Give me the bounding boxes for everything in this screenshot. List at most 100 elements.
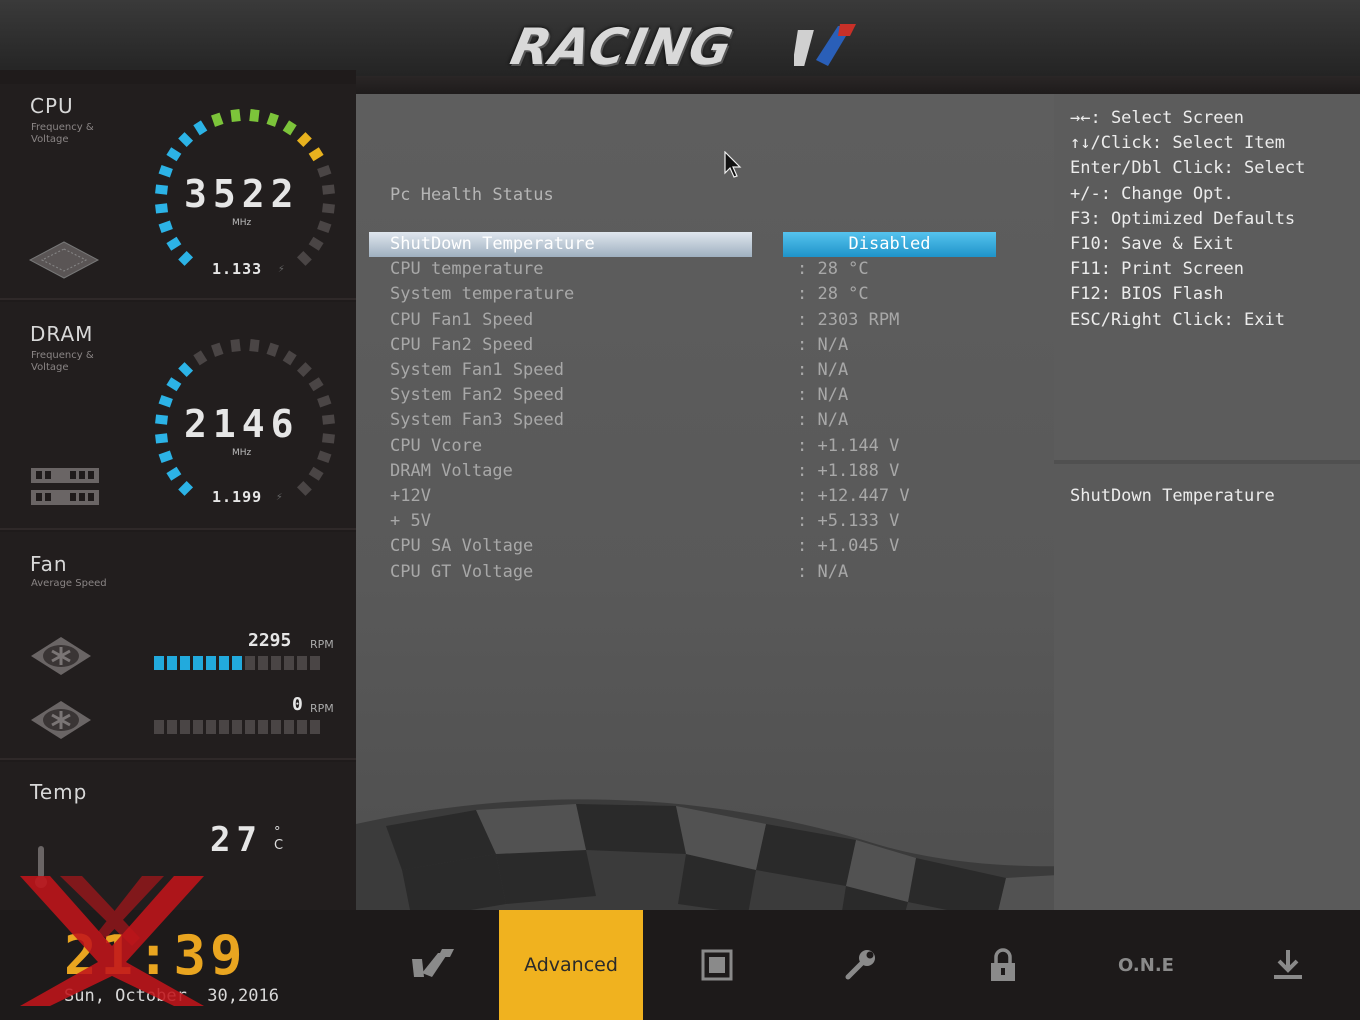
fan-subtitle: Average Speed — [31, 578, 107, 589]
setting-label: CPU Fan2 Speed — [390, 334, 534, 355]
setting-label: CPU GT Voltage — [390, 561, 534, 582]
setting-label: ShutDown Temperature — [390, 234, 595, 254]
gauge-segment — [322, 184, 335, 195]
racing-logo-icon — [412, 949, 454, 977]
setting-label: CPU temperature — [390, 259, 544, 280]
setting-value: : N/A — [797, 334, 849, 355]
gauge-segment — [266, 112, 279, 127]
fan-speed-segment — [154, 720, 164, 734]
main-tab[interactable] — [360, 910, 504, 1020]
fan-speed-segment — [310, 720, 320, 734]
dram-title: DRAM — [30, 322, 94, 346]
fan1-rpm-unit: RPM — [310, 638, 334, 651]
mouse-cursor-icon — [724, 151, 742, 178]
setting-row[interactable]: System temperature: 28 °C — [369, 282, 1009, 307]
fan-speed-segment — [245, 656, 255, 670]
setting-row[interactable]: System Fan3 Speed : N/A — [369, 408, 1009, 433]
gauge-segment — [296, 250, 312, 266]
setting-label: CPU Fan1 Speed — [390, 309, 534, 330]
racing-logo-mark-icon — [794, 24, 856, 66]
setting-value: : 28 °C — [797, 259, 869, 280]
gauge-segment — [158, 395, 173, 408]
lock-icon — [991, 948, 1015, 981]
watermark-logo — [20, 876, 204, 1006]
setting-row[interactable]: +12V: +12.447 V — [369, 484, 1009, 509]
fan-speed-segment — [232, 656, 242, 670]
fan-speed-segment — [245, 720, 255, 734]
setting-value[interactable]: Disabled — [783, 234, 996, 254]
security-tab[interactable] — [931, 910, 1075, 1020]
selected-setting-row[interactable]: ShutDown Temperature Disabled — [369, 232, 1009, 257]
lightning-icon: ⚡ — [278, 262, 285, 275]
gauge-segment — [249, 339, 260, 352]
setting-row[interactable]: DRAM Voltage: +1.188 V — [369, 459, 1009, 484]
gauge-segment — [155, 433, 168, 444]
gauge-segment — [158, 220, 173, 233]
page-title: Pc Health Status — [390, 185, 554, 205]
cpu-frequency: 3522 — [184, 172, 300, 216]
temp-unit: °C — [274, 825, 284, 853]
setting-row[interactable]: System Fan2 Speed: N/A — [369, 383, 1009, 408]
setting-row[interactable]: + 5V: +5.133 V — [369, 509, 1009, 534]
gauge-segment — [178, 362, 194, 378]
gauge-segment — [230, 109, 241, 122]
setting-label: System Fan1 Speed — [390, 360, 564, 380]
setting-row[interactable]: System Fan1 Speed: N/A — [369, 358, 1009, 383]
dram-frequency-unit: MHz — [232, 448, 252, 458]
chipset-tab[interactable] — [645, 910, 789, 1020]
gauge-segment — [158, 165, 173, 178]
gauge-segment — [317, 165, 332, 178]
setting-label: System temperature — [390, 284, 575, 305]
fan-speed-segment — [180, 720, 190, 734]
fan-speed-segment — [180, 656, 190, 670]
gauge-segment — [178, 132, 194, 148]
fan-section: Fan Average Speed 2295 RPM 0 RPM — [0, 532, 356, 760]
fan-speed-segment — [271, 720, 281, 734]
gauge-segment — [211, 342, 224, 357]
setting-row[interactable]: CPU GT Voltage: N/A — [369, 560, 1009, 585]
gauge-segment — [282, 350, 297, 366]
setting-value: : N/A — [797, 410, 849, 431]
advanced-tab[interactable]: Advanced — [499, 910, 643, 1020]
gauge-segment — [317, 450, 332, 463]
gauge-segment — [166, 147, 182, 162]
setting-label: System Fan2 Speed — [390, 385, 564, 406]
gauge-segment — [322, 433, 335, 444]
memory-module-icon — [31, 468, 99, 505]
setting-value: : 2303 RPM — [797, 309, 900, 330]
fan-icon — [31, 637, 91, 675]
key-help-line: F10: Save & Exit — [1070, 234, 1234, 254]
setting-row[interactable]: CPU Fan2 Speed : N/A — [369, 333, 1009, 358]
setting-value: : +12.447 V — [797, 486, 910, 506]
setting-label: CPU Vcore — [390, 435, 483, 456]
setting-row[interactable]: CPU temperature : 28 °C — [369, 257, 1009, 282]
setting-value: : +1.045 V — [797, 536, 900, 557]
gauge-segment — [230, 339, 241, 352]
setting-label: System Fan3 Speed — [390, 410, 564, 431]
save-exit-tab[interactable] — [1216, 910, 1360, 1020]
gauge-segment — [166, 466, 182, 481]
temp-title: Temp — [30, 780, 88, 804]
key-help-line: F11: Print Screen — [1070, 259, 1244, 280]
fan-speed-segment — [219, 720, 229, 734]
tools-tab[interactable] — [788, 910, 932, 1020]
fan-speed-segment — [232, 720, 242, 734]
one-tab[interactable]: O.N.E — [1074, 910, 1218, 1020]
fan-speed-segment — [193, 720, 203, 734]
racing-logo: RACING — [506, 18, 857, 86]
fan2-speed-bar — [154, 720, 320, 734]
cpu-section: CPU Frequency & Voltage 3522 MHz 1.133 ⚡ — [0, 84, 356, 300]
gauge-segment — [155, 414, 168, 425]
setting-row[interactable]: CPU Fan1 Speed : 2303 RPM — [369, 308, 1009, 333]
setting-row[interactable]: CPU Vcore: +1.144 V — [369, 434, 1009, 459]
fan2-rpm-unit: RPM — [310, 702, 334, 715]
fan-speed-segment — [167, 720, 177, 734]
gauge-segment — [322, 414, 335, 425]
fan-speed-segment — [193, 656, 203, 670]
gauge-segment — [166, 377, 182, 392]
fan-title: Fan — [30, 552, 68, 576]
fan-speed-segment — [154, 656, 164, 670]
gauge-segment — [296, 480, 312, 496]
key-help: →←: Select Screen ↑↓/Click: Select Item En… — [1054, 94, 1360, 464]
setting-row[interactable]: CPU SA Voltage: +1.045 V — [369, 534, 1009, 559]
